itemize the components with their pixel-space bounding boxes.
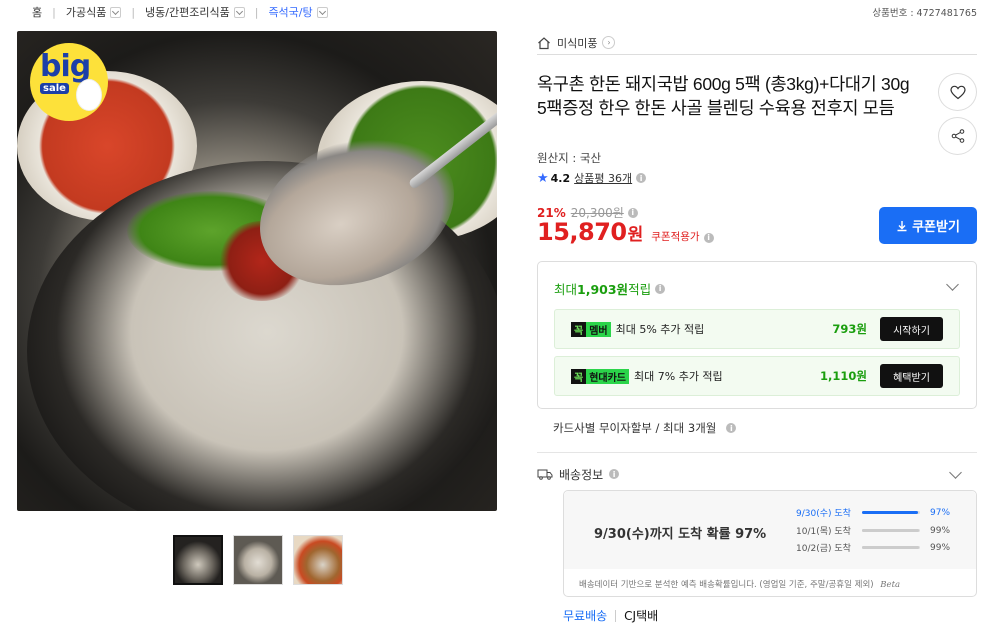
breadcrumb-processed-food[interactable]: 가공식품 (66, 4, 122, 20)
sale-price: 15,870 (537, 218, 627, 246)
home-icon (538, 36, 550, 49)
beta-label: Beta (880, 580, 901, 590)
chevron-down-icon[interactable] (316, 6, 328, 18)
probability-bar (862, 529, 920, 532)
bunny-icon (76, 79, 102, 111)
info-icon[interactable]: i (609, 469, 620, 479)
breadcrumb-separator: | (52, 5, 56, 19)
coupon-price-label: 쿠폰적용가 (651, 231, 700, 243)
points-box: 최대 1,903원 적립 i 꼭 멤버 최대 5% 추가 적립 793원 시작하기… (537, 261, 977, 409)
divider (537, 452, 977, 453)
chevron-down-icon[interactable] (949, 466, 962, 479)
thumbnail-1[interactable] (173, 535, 223, 585)
product-number: 상품번호 : 4727481765 (872, 8, 977, 19)
shipping-label: 배송정보 (559, 467, 604, 482)
get-benefit-button[interactable]: 혜택받기 (880, 364, 943, 388)
delivery-note: 배송데이터 기반으로 분석한 예측 배송확률입니다. (영업일 기준, 주말/공… (579, 580, 901, 590)
download-icon (897, 220, 907, 231)
start-button[interactable]: 시작하기 (880, 317, 943, 341)
kkok-member-badge: 꼭 멤버 (571, 321, 611, 337)
probability-bar (862, 511, 920, 514)
wishlist-button[interactable] (938, 73, 977, 111)
probability-row: 10/2(금) 도착 99% (796, 542, 951, 555)
thumbnail-3[interactable] (293, 535, 343, 585)
breadcrumb: 홈 | 가공식품 | 냉동/간편조리식품 | 즉석국/탕 (32, 4, 328, 20)
points-amount: 1,903원 (577, 282, 629, 297)
breadcrumb-instant-soup[interactable]: 즉석국/탕 (268, 4, 328, 20)
breadcrumb-separator: | (254, 5, 259, 19)
truck-icon (537, 469, 553, 480)
chevron-right-icon[interactable]: › (602, 36, 616, 49)
chevron-down-icon[interactable] (233, 6, 245, 18)
origin-info: 원산지 : 국산 (537, 151, 602, 165)
chevron-down-icon[interactable] (946, 278, 959, 291)
breadcrumb-separator: | (131, 5, 136, 19)
info-icon[interactable]: i (627, 207, 638, 218)
info-icon[interactable]: i (636, 173, 647, 183)
points-row-amount: 1,110원 (820, 369, 867, 383)
divider (615, 609, 617, 622)
probability-bar (862, 546, 920, 549)
review-count-link[interactable]: 상품평 36개 (574, 170, 632, 186)
breadcrumb-home[interactable]: 홈 (32, 4, 42, 20)
breadcrumb-frozen-food[interactable]: 냉동/간편조리식품 (145, 4, 245, 20)
thumbnail-2[interactable] (233, 535, 283, 585)
heart-icon (949, 85, 966, 99)
thumbnail-list (173, 535, 343, 585)
kkok-card-badge: 꼭 현대카드 (571, 368, 630, 384)
installment-info: 카드사별 무이자할부 / 최대 3개월 i (553, 420, 737, 436)
points-row-hyundai-card: 꼭 현대카드 최대 7% 추가 적립 1,110원 혜택받기 (554, 356, 960, 396)
points-title[interactable]: 최대 1,903원 적립 i (554, 279, 666, 298)
product-title: 옥구촌 한돈 돼지국밥 600g 5팩 (총3kg)+다대기 30g 5팩증정 … (537, 74, 910, 118)
currency-unit: 원 (627, 225, 644, 245)
delivery-probability-box: 9/30(수)까지 도착 확률 97% 9/30(수) 도착 97% 10/1(… (563, 490, 977, 597)
delivery-probability-panel: 9/30(수)까지 도착 확률 97% 9/30(수) 도착 97% 10/1(… (564, 491, 976, 569)
rating-score: 4.2 (550, 171, 571, 185)
delivery-headline: 9/30(수)까지 도착 확률 97% (594, 527, 767, 542)
shipping-footer: 무료배송 CJ택배 (563, 607, 658, 624)
star-icon: ★ (537, 170, 549, 186)
big-sale-badge: big sale (30, 43, 108, 121)
share-icon (951, 129, 964, 143)
sale-price-row: 15,870 원 쿠폰적용가 i (537, 218, 714, 246)
chevron-down-icon[interactable] (110, 6, 122, 18)
coupon-download-button[interactable]: 쿠폰받기 (879, 207, 977, 244)
shipping-header[interactable]: 배송정보 i (537, 465, 977, 483)
probability-row: 10/1(목) 도착 99% (796, 525, 951, 538)
brand-shop-link[interactable]: 미식미풍 › (537, 31, 977, 55)
carrier-name: CJ택배 (624, 609, 659, 623)
brand-name[interactable]: 미식미풍 (557, 35, 597, 51)
info-icon[interactable]: i (655, 283, 666, 294)
info-icon[interactable]: i (703, 232, 714, 243)
info-icon[interactable]: i (726, 423, 737, 433)
free-shipping: 무료배송 (563, 609, 608, 623)
points-row-amount: 793원 (832, 322, 867, 336)
points-row-member: 꼭 멤버 최대 5% 추가 적립 793원 시작하기 (554, 309, 960, 349)
rating-summary: ★ 4.2 상품평 36개 i (537, 170, 647, 186)
probability-row: 9/30(수) 도착 97% (796, 507, 951, 520)
share-button[interactable] (938, 117, 977, 155)
product-main-image[interactable]: big sale (17, 31, 497, 511)
